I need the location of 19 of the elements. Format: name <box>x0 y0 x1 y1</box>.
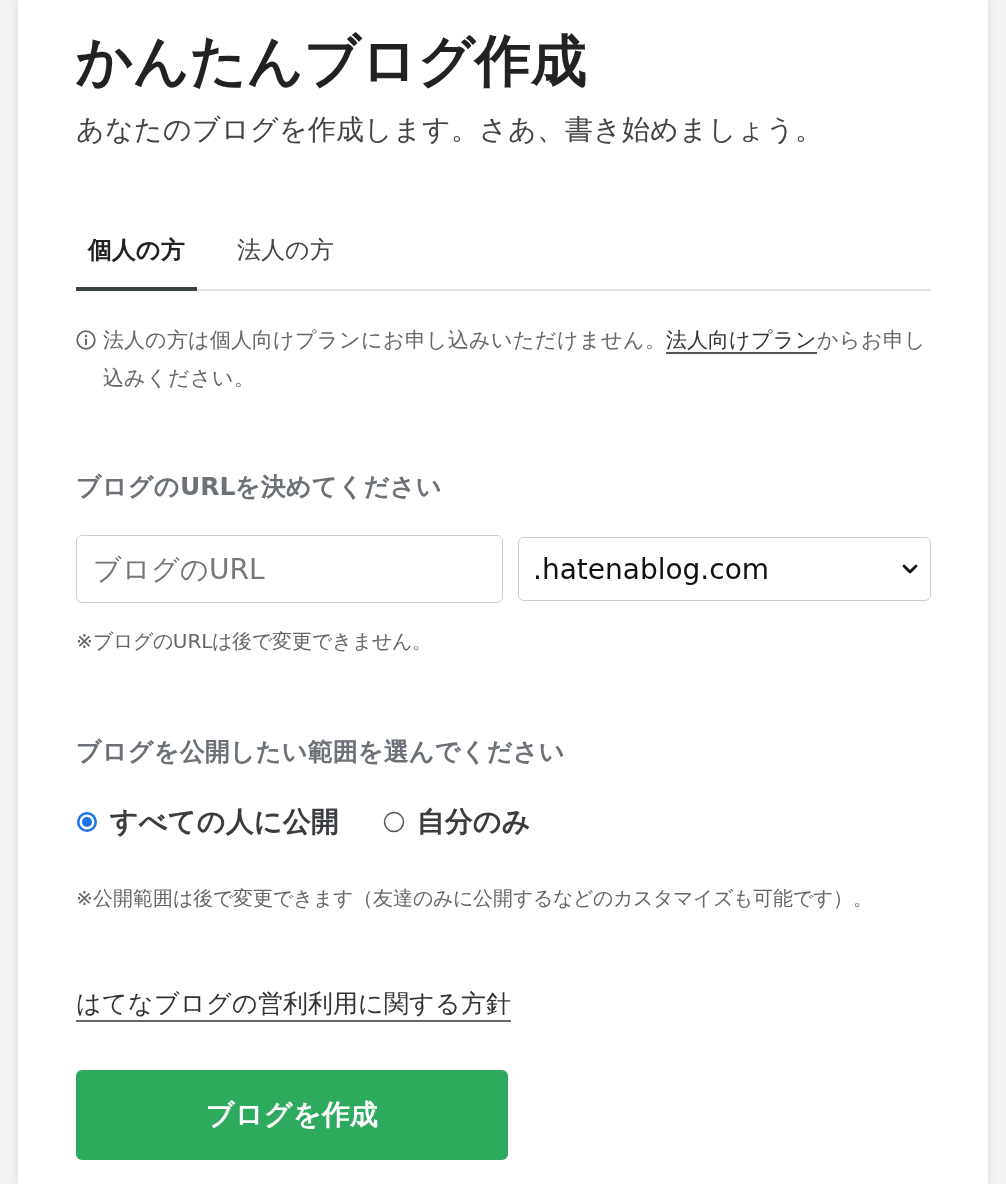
chevron-down-icon <box>902 564 918 574</box>
policy-link[interactable]: はてなブログの営利利用に関する方針 <box>76 988 511 1022</box>
url-section-label: ブログのURLを決めてください <box>76 471 443 503</box>
page-title: かんたんブログ作成 <box>76 27 587 95</box>
visibility-section-label: ブログを公開したい範囲を選んでください <box>76 736 565 768</box>
url-note: ※ブログのURLは後で変更できません。 <box>76 628 433 655</box>
radio-selected-icon[interactable] <box>76 811 98 833</box>
radio-unselected-icon[interactable] <box>383 811 405 833</box>
tab[interactable]: 法人の方 <box>225 234 346 291</box>
visibility-note: ※公開範囲は後で変更できます（友達のみに公開するなどのカスタマイズも可能です）。 <box>76 885 873 912</box>
url-field[interactable]: ブログのURL <box>76 535 503 603</box>
corporate-plan-link[interactable]: 法人向けプラン <box>666 328 817 352</box>
visibility-radio-option[interactable]: 自分のみ <box>383 802 531 842</box>
domain-select[interactable]: .hatenablog.com <box>518 537 931 601</box>
info-icon <box>76 330 96 350</box>
notice-text: 法人の方は個人向けプランにお申し込みいただけません。法人向けプランからお申し込みください。 <box>103 327 927 392</box>
tab[interactable]: 個人の方 <box>76 234 197 291</box>
visibility-radio-option[interactable]: すべての人に公開 <box>76 802 339 842</box>
page-subtitle: あなたのブログを作成します。さあ、書き始めましょう。 <box>76 112 823 148</box>
